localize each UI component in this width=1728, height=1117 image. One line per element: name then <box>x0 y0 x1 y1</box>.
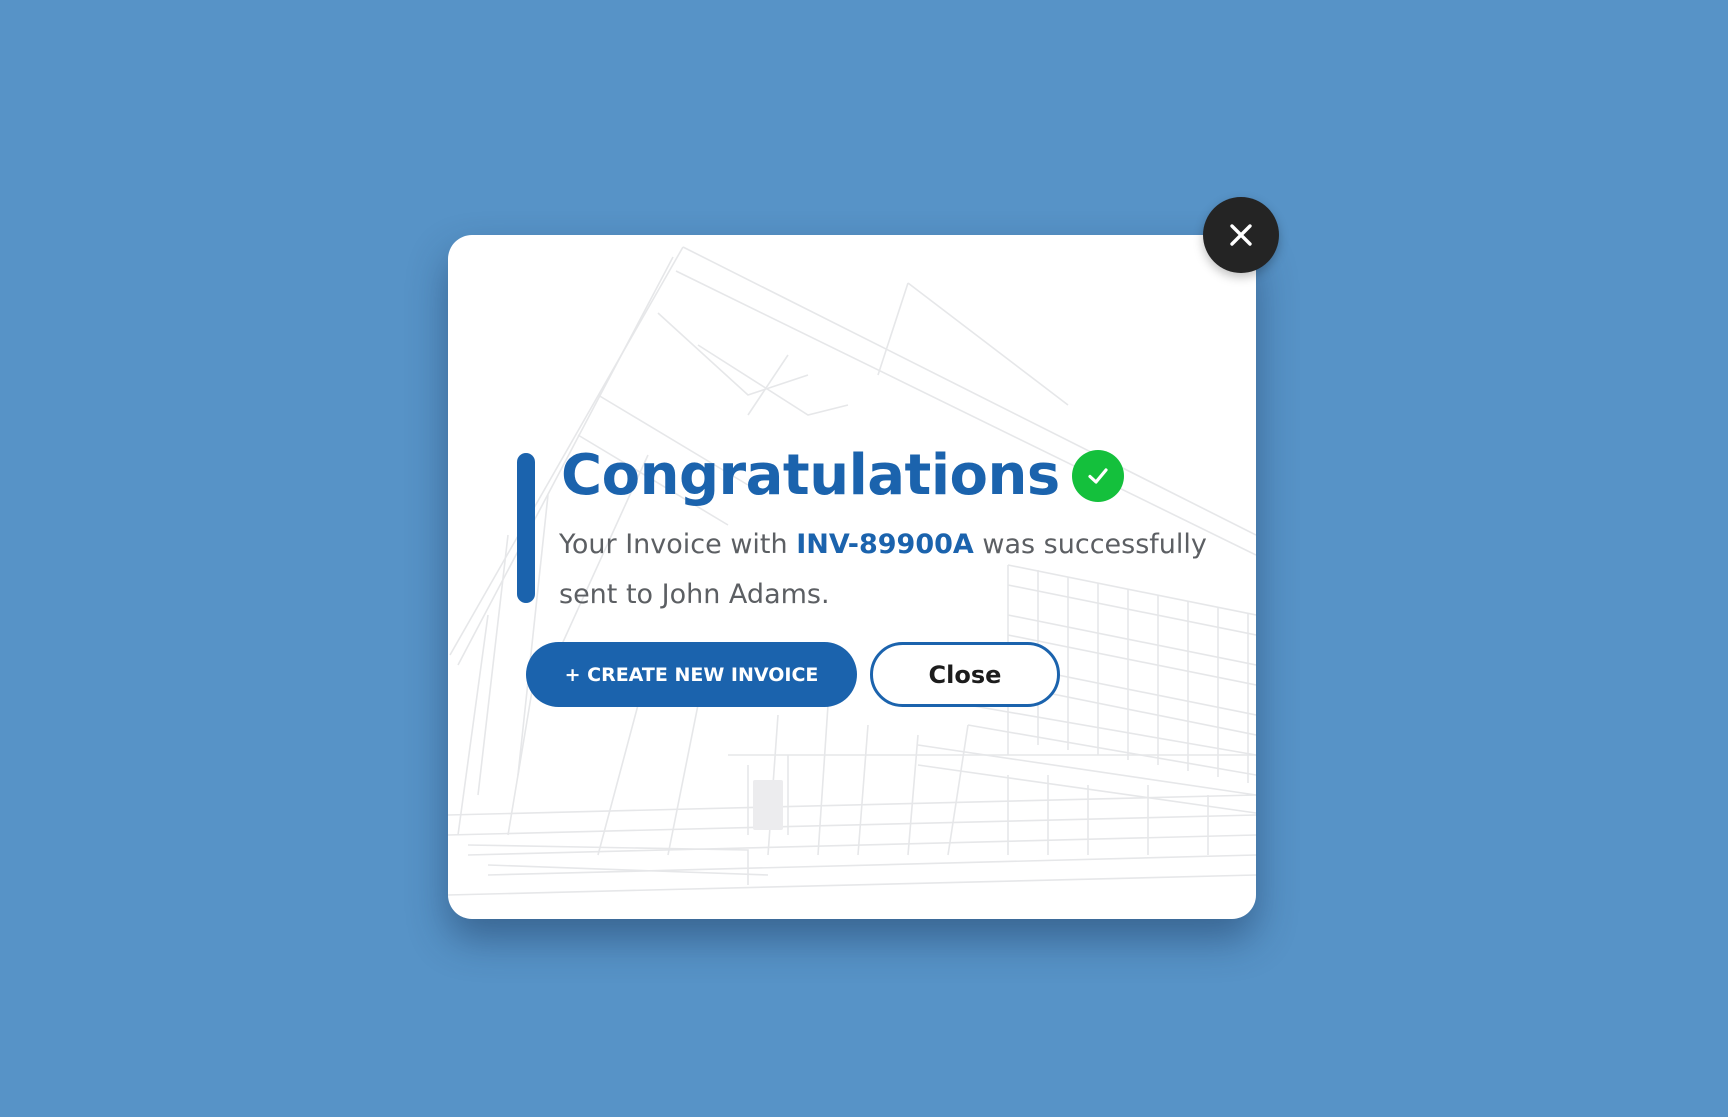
dismiss-dialog-button[interactable] <box>1203 197 1279 273</box>
close-button[interactable]: Close <box>870 642 1060 707</box>
success-message: Your Invoice with INV-89900A was success… <box>559 520 1229 620</box>
page-backdrop: Congratulations Your Invoice with INV-89… <box>0 0 1728 1117</box>
create-new-invoice-button[interactable]: + CREATE NEW INVOICE <box>526 642 857 707</box>
accent-bar <box>517 453 535 603</box>
invoice-number: INV-89900A <box>796 529 974 560</box>
checkmark-icon <box>1071 450 1124 502</box>
message-prefix: Your Invoice with <box>559 529 797 560</box>
close-x-icon <box>1230 224 1252 246</box>
dialog-title: Congratulations <box>561 443 1060 508</box>
success-dialog: Congratulations Your Invoice with INV-89… <box>448 235 1256 919</box>
title-row: Congratulations <box>561 440 1124 512</box>
